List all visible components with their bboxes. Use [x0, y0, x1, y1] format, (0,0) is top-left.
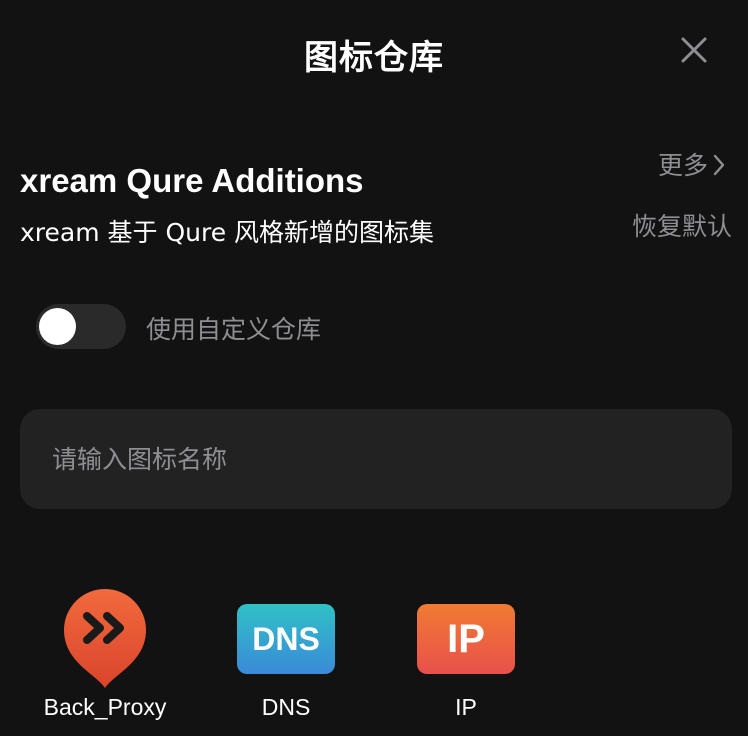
- icon-label-ip: IP: [455, 694, 477, 720]
- search-input[interactable]: [52, 409, 712, 509]
- icon-tile-dns[interactable]: DNS DNS: [211, 588, 361, 720]
- dns-icon: DNS: [211, 588, 361, 686]
- restore-default-button[interactable]: 恢复默认: [632, 207, 732, 243]
- toggle-knob: [39, 308, 76, 345]
- repository-description: xream 基于 Qure 风格新增的图标集: [20, 218, 435, 247]
- more-link[interactable]: 更多: [658, 146, 726, 182]
- more-label: 更多: [657, 151, 708, 180]
- close-icon: [681, 37, 707, 63]
- icon-label-back-proxy: Back_Proxy: [43, 694, 167, 720]
- icon-label-dns: DNS: [261, 694, 311, 720]
- icon-tile-back-proxy[interactable]: Back_Proxy: [30, 588, 180, 720]
- dns-badge-text: DNS: [237, 604, 335, 674]
- search-box: [20, 409, 732, 509]
- custom-repo-toggle[interactable]: [36, 304, 126, 349]
- ip-badge-text: IP: [417, 604, 515, 674]
- chevron-right-icon: [713, 154, 725, 176]
- icon-tile-ip[interactable]: IP IP: [391, 588, 541, 720]
- back-proxy-icon: [30, 588, 180, 688]
- custom-repo-label: 使用自定义仓库: [146, 315, 322, 344]
- repository-name: xream Qure Additions: [20, 162, 364, 199]
- close-button[interactable]: [676, 32, 712, 68]
- page-title: 图标仓库: [304, 38, 444, 78]
- ip-icon: IP: [391, 588, 541, 686]
